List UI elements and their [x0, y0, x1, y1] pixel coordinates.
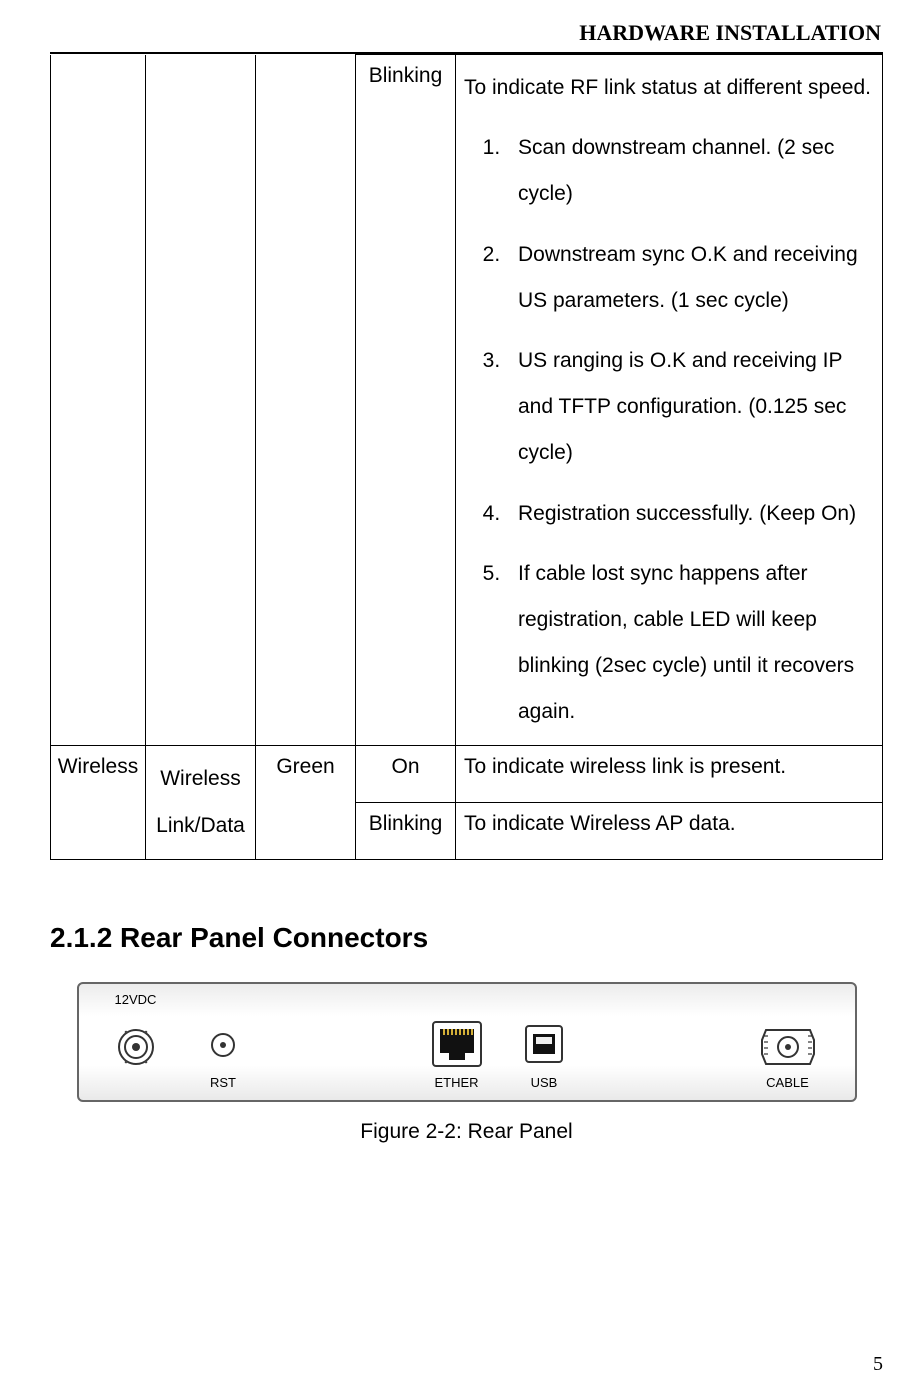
usb-port-icon — [521, 1020, 567, 1070]
rst-button-block: RST — [181, 990, 266, 1094]
rear-panel-diagram: 12VDC RST — [77, 982, 857, 1102]
panel-spacer — [587, 990, 733, 1094]
list-item: Scan downstream channel. (2 sec cycle) — [506, 125, 876, 217]
page-number: 5 — [873, 1353, 883, 1376]
cell-status-blinking: Blinking — [356, 55, 456, 746]
list-item: Downstream sync O.K and receiving US par… — [506, 232, 876, 324]
cell-led-wireless: Wireless — [51, 746, 146, 859]
cell-description-on: To indicate wireless link is present. — [456, 746, 883, 803]
cell-status-wblinking: Blinking — [356, 803, 456, 860]
list-item: US ranging is O.K and receiving IP and T… — [506, 338, 876, 477]
power-port-label: 12VDC — [115, 992, 157, 1007]
panel-spacer — [266, 990, 412, 1094]
cell-function-wireless: Wireless Link/Data — [146, 746, 256, 859]
blinking-intro-text: To indicate RF link status at different … — [464, 65, 876, 111]
list-item: Registration successfully. (Keep On) — [506, 491, 876, 537]
cable-connector-icon — [758, 1016, 818, 1074]
ethernet-port-label: ETHER — [434, 1075, 478, 1090]
rst-button-label: RST — [210, 1075, 236, 1090]
usb-port-block: USB — [502, 990, 587, 1094]
ethernet-port-icon — [430, 1019, 484, 1071]
usb-port-label: USB — [531, 1075, 558, 1090]
cable-port-label: CABLE — [766, 1075, 809, 1090]
figure-caption: Figure 2-2: Rear Panel — [77, 1120, 857, 1144]
table-row: Blinking To indicate RF link status at d… — [51, 55, 883, 746]
cell-function-line1: Wireless — [160, 767, 241, 790]
page-header-title: HARDWARE INSTALLATION — [50, 20, 883, 46]
power-port-block: 12VDC — [91, 990, 181, 1094]
reset-button-icon — [209, 1031, 237, 1059]
cell-color-empty — [256, 55, 356, 746]
cell-status-on: On — [356, 746, 456, 803]
section-heading-rear-panel: 2.1.2 Rear Panel Connectors — [50, 922, 883, 954]
cell-color-green: Green — [256, 746, 356, 859]
ethernet-port-block: ETHER — [412, 990, 502, 1094]
table-row: Wireless Wireless Link/Data Green On To … — [51, 746, 883, 803]
cell-function-empty — [146, 55, 256, 746]
rear-panel-figure: 12VDC RST — [77, 982, 857, 1144]
list-item: If cable lost sync happens after registr… — [506, 551, 876, 736]
cell-description-blinking: To indicate RF link status at different … — [456, 55, 883, 746]
led-status-table: Blinking To indicate RF link status at d… — [50, 54, 883, 860]
cell-description-wblinking: To indicate Wireless AP data. — [456, 803, 883, 860]
cell-function-line2: Link/Data — [156, 814, 245, 837]
blinking-steps-list: Scan downstream channel. (2 sec cycle) D… — [464, 125, 876, 735]
cell-led-name-empty — [51, 55, 146, 746]
cable-port-block: CABLE — [733, 990, 843, 1094]
power-jack-icon — [114, 1023, 158, 1067]
